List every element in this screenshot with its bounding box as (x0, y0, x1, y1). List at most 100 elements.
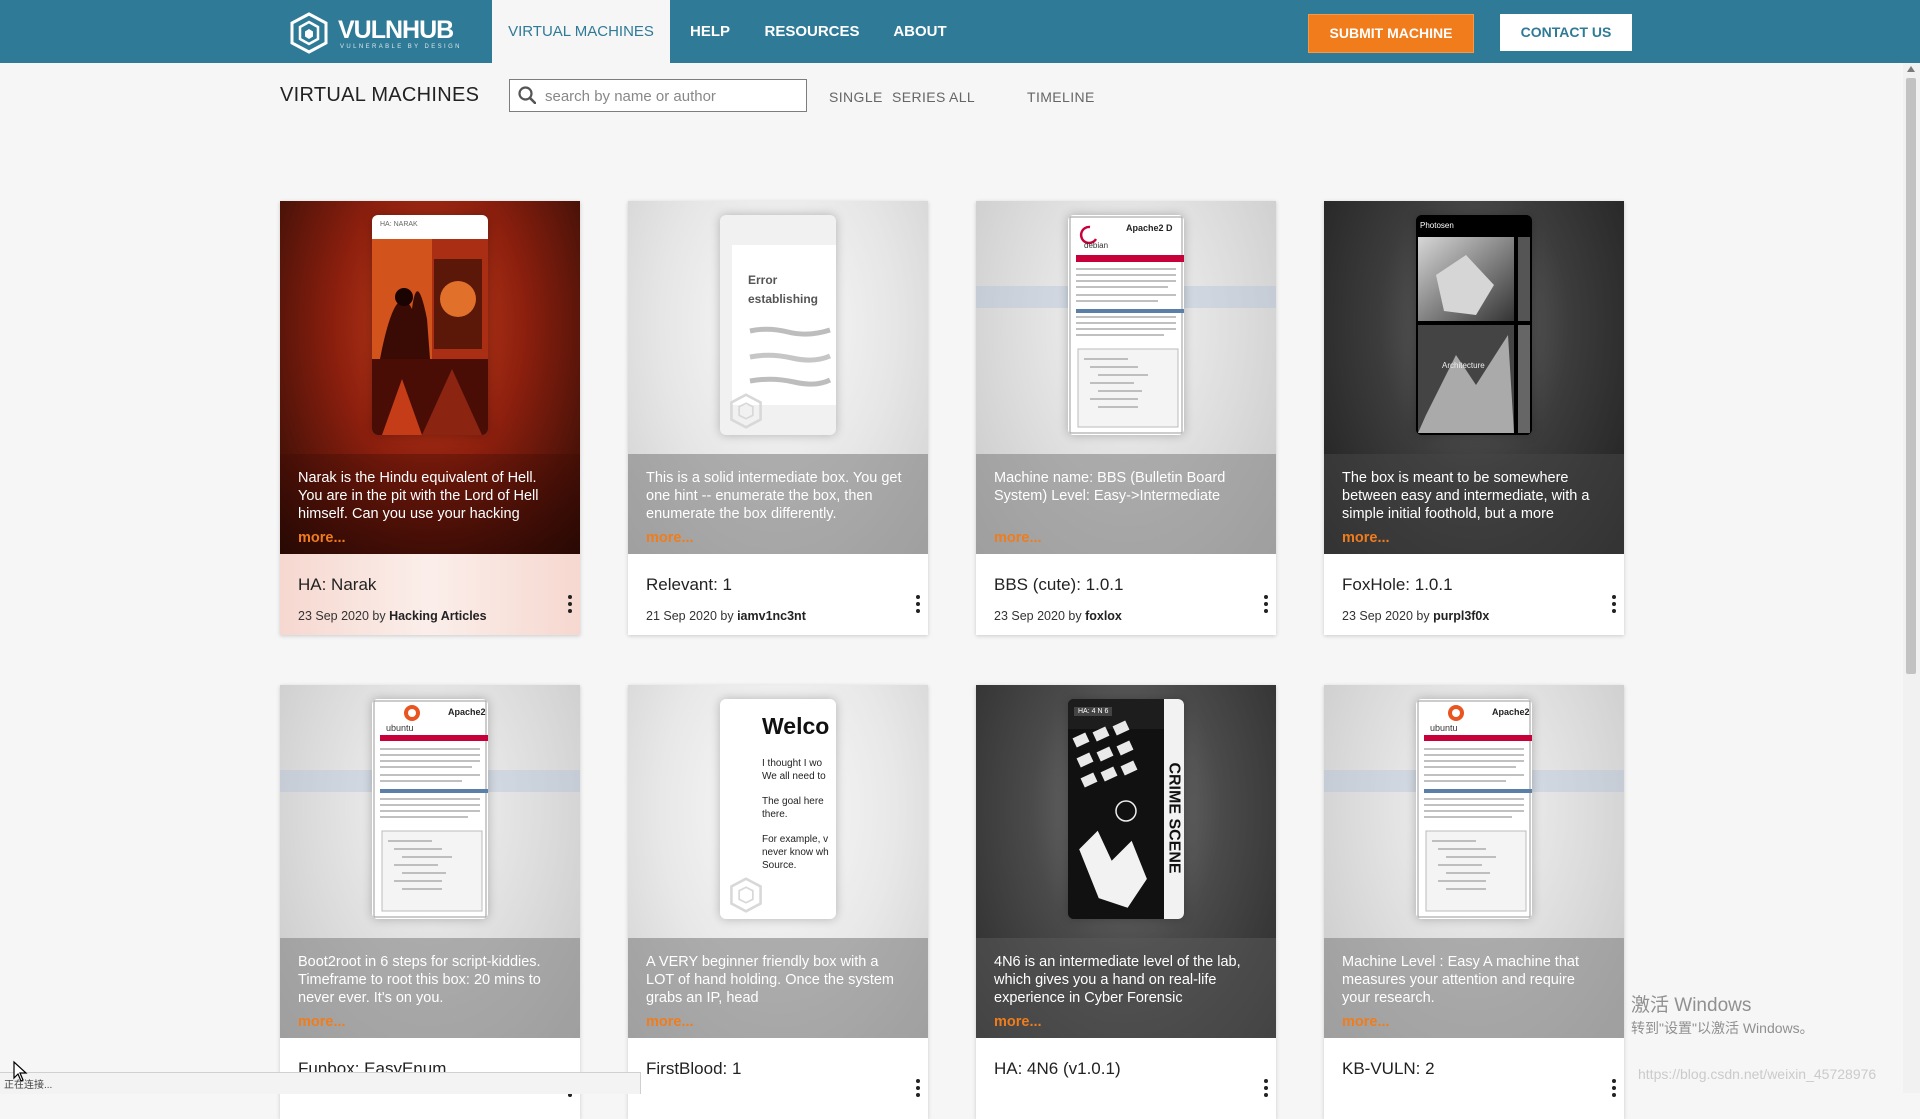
card-description: Narak is the Hindu equivalent of Hell. Y… (280, 454, 580, 554)
contact-us-button[interactable]: CONTACT US (1500, 14, 1632, 51)
vulnhub-watermark-icon (730, 877, 762, 913)
page-title: VIRTUAL MACHINES (280, 84, 480, 106)
thumbnail-logo-text: ubuntu (386, 723, 414, 733)
card-title[interactable]: Relevant: 1 (646, 575, 732, 595)
machine-card-ha-narak[interactable]: HA: NARAK Narak is the Hindu equivalent … (280, 201, 580, 635)
thumbnail-caption: Apache2 (448, 707, 486, 717)
mouse-cursor-icon (13, 1060, 28, 1082)
card-image[interactable]: Error establishing your webz! This is a … (628, 201, 928, 554)
card-image[interactable]: ubuntu Apache2 Boot2root in 6 steps for … (280, 685, 580, 1038)
card-title[interactable]: BBS (cute): 1.0.1 (994, 575, 1123, 595)
filter-timeline[interactable]: TIMELINE (1027, 89, 1095, 105)
filter-series[interactable]: SERIES (892, 89, 946, 105)
card-image[interactable]: HA: 4 N 6 CRIME SCENE 4N6 is an intermed… (976, 685, 1276, 1038)
card-meta: 23 Sep 2020 by Hacking Articles (298, 609, 487, 623)
windows-activation-watermark: 激活 Windows (1631, 995, 1752, 1016)
card-image[interactable]: debian Apache2 D Machine name: BBS (Bull… (976, 201, 1276, 554)
more-link[interactable]: more... (646, 1013, 910, 1031)
more-options-icon[interactable] (1612, 595, 1618, 617)
card-meta: 23 Sep 2020 by purpl3f0x (1342, 609, 1490, 623)
machine-thumbnail: Photosen Architecture (1416, 215, 1532, 435)
thumbnail-logo-text: ubuntu (1430, 723, 1458, 733)
more-options-icon[interactable] (916, 1079, 922, 1101)
machine-thumbnail: ubuntu Apache2 (372, 699, 488, 919)
thumbnail-text: I thought I wo We all need to The goal h… (762, 758, 829, 871)
card-description: 4N6 is an intermediate level of the lab,… (976, 938, 1276, 1038)
card-description: The box is meant to be somewhere between… (1324, 454, 1624, 554)
machine-thumbnail: HA: 4 N 6 CRIME SCENE (1068, 699, 1184, 919)
more-link[interactable]: more... (646, 529, 910, 547)
filter-all[interactable]: ALL (949, 89, 975, 105)
more-options-icon[interactable] (916, 595, 922, 617)
machine-card-firstblood[interactable]: Welco I thought I wo We all need to The … (628, 685, 928, 1119)
card-title[interactable]: FirstBlood: 1 (646, 1059, 741, 1079)
csdn-watermark: https://blog.csdn.net/weixin_45728976 (1638, 1066, 1877, 1082)
nav-virtual-machines[interactable]: VIRTUAL MACHINES (492, 0, 670, 63)
more-options-icon[interactable] (1264, 595, 1270, 617)
card-meta: 23 Sep 2020 by foxlox (994, 609, 1122, 623)
thumbnail-caption-2: CRIME SCENE (1165, 762, 1183, 874)
card-image[interactable]: Welco I thought I wo We all need to The … (628, 685, 928, 1038)
machine-card-ha-4n6[interactable]: HA: 4 N 6 CRIME SCENE 4N6 is an intermed… (976, 685, 1276, 1119)
card-description: A VERY beginner friendly box with a LOT … (628, 938, 928, 1038)
card-description: This is a solid intermediate box. You ge… (628, 454, 928, 554)
machine-card-foxhole[interactable]: Photosen Architecture The box is meant t… (1324, 201, 1624, 635)
machine-thumbnail: debian Apache2 D (1068, 215, 1184, 435)
narak-artwork-icon (372, 239, 488, 435)
thumbnail-caption: Apache2 D (1126, 223, 1173, 233)
brand-name: VULNHUB (338, 16, 454, 44)
card-title[interactable]: FoxHole: 1.0.1 (1342, 575, 1453, 595)
card-description: Boot2root in 6 steps for script-kiddies.… (280, 938, 580, 1038)
card-image[interactable]: ubuntu Apache2 Machine Level : Easy A ma… (1324, 685, 1624, 1038)
more-link[interactable]: more... (1342, 1013, 1606, 1031)
vulnhub-logo-icon (290, 12, 328, 54)
more-link[interactable]: more... (298, 1013, 562, 1031)
author-link[interactable]: foxlox (1085, 609, 1122, 623)
card-title[interactable]: KB-VULN: 2 (1342, 1059, 1435, 1079)
windows-activation-subtext: 转到"设置"以激活 Windows。 (1631, 1020, 1814, 1036)
brand-tagline: VULNERABLE BY DESIGN (340, 44, 462, 50)
card-image[interactable]: Photosen Architecture The box is meant t… (1324, 201, 1624, 554)
more-options-icon[interactable] (1612, 1079, 1618, 1101)
more-options-icon[interactable] (568, 595, 574, 617)
scrollbar-thumb[interactable] (1906, 78, 1916, 674)
card-meta: 21 Sep 2020 by iamv1nc3nt (646, 609, 806, 623)
card-description: Machine Level : Easy A machine that meas… (1324, 938, 1624, 1038)
search-input[interactable] (543, 81, 805, 112)
more-link[interactable]: more... (298, 529, 562, 547)
author-link[interactable]: Hacking Articles (389, 609, 487, 623)
card-image[interactable]: HA: NARAK Narak is the Hindu equivalent … (280, 201, 580, 554)
card-description: Machine name: BBS (Bulletin Board System… (976, 454, 1276, 554)
card-title[interactable]: HA: 4N6 (v1.0.1) (994, 1059, 1121, 1079)
nav-resources[interactable]: RESOURCES (756, 0, 868, 63)
machine-card-funbox-easyenum[interactable]: ubuntu Apache2 Boot2root in 6 steps for … (280, 685, 580, 1119)
thumbnail-caption: HA: NARAK (380, 221, 418, 228)
vulnhub-logo[interactable]: VULNHUB VULNERABLE BY DESIGN (288, 12, 460, 54)
more-options-icon[interactable] (1264, 1079, 1270, 1101)
thumbnail-caption: HA: 4 N 6 (1074, 707, 1113, 716)
more-link[interactable]: more... (994, 1013, 1258, 1031)
thumbnail-caption: Apache2 (1492, 707, 1530, 717)
machine-card-bbs-cute[interactable]: debian Apache2 D Machine name: BBS (Bull… (976, 201, 1276, 635)
thumbnail-logo-text: debian (1084, 241, 1109, 250)
scroll-up-arrow-icon[interactable] (1907, 66, 1915, 72)
machine-card-relevant-1[interactable]: Error establishing your webz! This is a … (628, 201, 928, 635)
card-title[interactable]: HA: Narak (298, 575, 376, 595)
submit-machine-button[interactable]: SUBMIT MACHINE (1308, 14, 1474, 53)
thumbnail-caption: Welco (762, 713, 830, 739)
machine-thumbnail: Welco I thought I wo We all need to The … (720, 699, 836, 919)
thumbnail-caption: Photosen (1420, 221, 1454, 230)
author-link[interactable]: purpl3f0x (1433, 609, 1489, 623)
more-link[interactable]: more... (1342, 529, 1606, 547)
nav-about[interactable]: ABOUT (874, 0, 966, 63)
search-box[interactable] (509, 79, 807, 112)
nav-help[interactable]: HELP (670, 0, 750, 63)
machine-thumbnail: HA: NARAK (372, 215, 488, 435)
machine-thumbnail: Error establishing your webz! (720, 215, 836, 435)
machine-card-kb-vuln-2[interactable]: ubuntu Apache2 Machine Level : Easy A ma… (1324, 685, 1624, 1119)
more-link[interactable]: more... (994, 529, 1258, 547)
author-link[interactable]: iamv1nc3nt (737, 609, 806, 623)
top-navbar: VULNHUB VULNERABLE BY DESIGN VIRTUAL MAC… (0, 0, 1920, 63)
filter-single[interactable]: SINGLE (829, 89, 883, 105)
machine-thumbnail: ubuntu Apache2 (1416, 699, 1532, 919)
